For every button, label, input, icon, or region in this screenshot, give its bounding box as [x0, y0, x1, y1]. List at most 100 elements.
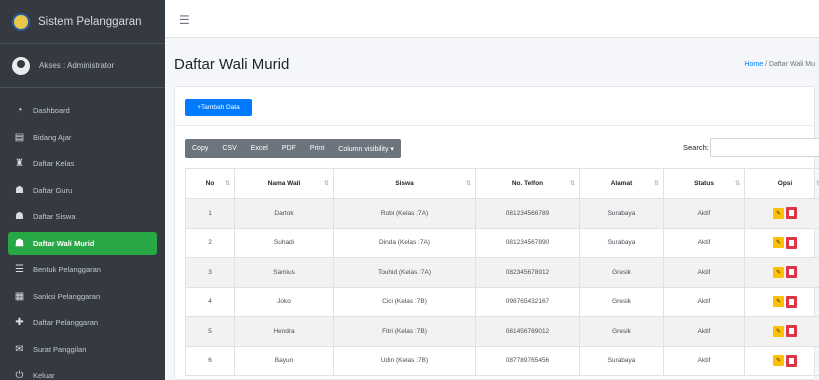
cell-nama-wali: Joko — [234, 286, 334, 317]
table-row: 1 Dartok Robi (Kelas :7A) 081234566789 S… — [185, 198, 819, 229]
sort-icon: ⇅ — [734, 181, 740, 187]
cell-nama-wali: Hendra — [234, 316, 334, 347]
sidebar-item-daftar-kelas[interactable]: ♜ Daftar Kelas — [8, 152, 157, 175]
sidebar-item-bentuk-pelanggaran[interactable]: ☰ Bentuk Pelanggaran — [8, 258, 157, 281]
cell-status: Aktif — [663, 316, 745, 347]
cell-opsi: ✎ — [744, 316, 819, 347]
cell-siswa: Cici (Kelas :7B) — [333, 286, 476, 317]
cell-no: 4 — [185, 286, 235, 317]
sidebar-item-label: Daftar Pelanggaran — [33, 318, 99, 327]
class-icon: ♜ — [15, 158, 24, 169]
cell-no-telfon: 098765432167 — [475, 286, 580, 317]
sidebar-item-daftar-siswa[interactable]: ☗ Daftar Siswa — [8, 205, 157, 228]
sidebar-item-sanksi-pelanggaran[interactable]: ▦ Sanksi Pelanggaran — [8, 285, 157, 308]
sidebar-item-dashboard[interactable]: ◔ Dashboard — [8, 99, 157, 122]
cell-no-telfon: 081234567890 — [475, 227, 580, 258]
table-row: 5 Hendra Fitri (Kelas :7B) 081456789012 … — [185, 316, 819, 347]
export-button-group: Copy CSV Excel PDF Print Column visibili… — [185, 139, 401, 158]
card-divider — [175, 125, 814, 126]
cell-siswa: Robi (Kelas :7A) — [333, 198, 476, 229]
cell-siswa: Dinda (Kelas :7A) — [333, 227, 476, 258]
user-role: Akses : Administrator — [39, 61, 115, 70]
cell-alamat: Surabaya — [579, 227, 664, 258]
delete-icon[interactable] — [786, 325, 797, 338]
cell-opsi: ✎ — [744, 345, 819, 376]
delete-icon[interactable] — [786, 295, 797, 308]
edit-icon[interactable]: ✎ — [773, 207, 784, 219]
print-button[interactable]: Print — [303, 139, 331, 158]
delete-icon[interactable] — [786, 207, 797, 220]
table-row: 3 Samius Touhid (Kelas :7A) 082345678912… — [185, 257, 819, 288]
excel-button[interactable]: Excel — [244, 139, 275, 158]
sidebar-item-label: Surat Panggilan — [33, 344, 87, 354]
cell-no: 2 — [185, 227, 235, 258]
guardian-table: No ⇅ Nama Wali ⇅ Siswa ⇅ No. Telfon ⇅ Alamat… — [185, 168, 819, 376]
table-row: 2 Suhadi Dinda (Kelas :7A) 081234567890 … — [185, 227, 819, 258]
cell-alamat: Gresik — [579, 286, 664, 317]
edit-icon[interactable]: ✎ — [773, 237, 784, 249]
delete-icon[interactable] — [786, 266, 797, 279]
cell-no: 5 — [185, 316, 235, 347]
brand[interactable]: Sistem Pelanggaran — [0, 0, 165, 44]
cell-no: 3 — [185, 257, 235, 288]
sidebar-item-surat-panggilan[interactable]: ✉ Surat Panggilan — [8, 338, 157, 361]
breadcrumb-separator: / — [765, 61, 768, 68]
sidebar-item-label: Dashboard — [33, 106, 70, 115]
edit-icon[interactable]: ✎ — [773, 296, 784, 308]
copy-button[interactable]: Copy — [185, 139, 215, 158]
sidebar-item-daftar-guru[interactable]: ☗ Daftar Guru — [8, 179, 157, 202]
search-label: Search: — [683, 143, 709, 152]
edit-icon[interactable]: ✎ — [773, 266, 784, 278]
cell-nama-wali: Suhadi — [234, 227, 334, 258]
delete-icon[interactable] — [786, 354, 797, 367]
letter-icon: ✉ — [15, 343, 24, 355]
cell-alamat: Surabaya — [579, 198, 664, 229]
sidebar-item-label: Daftar Wali Murid — [33, 238, 95, 248]
delete-icon[interactable] — [786, 236, 797, 249]
breadcrumb-home-link[interactable]: Home — [744, 61, 763, 68]
cell-status: Aktif — [663, 227, 745, 258]
sidebar-item-bidang-ajar[interactable]: ▤ Bidang Ajar — [8, 126, 157, 149]
cell-opsi: ✎ — [744, 198, 819, 229]
list-icon: ☰ — [15, 264, 24, 275]
edit-icon[interactable]: ✎ — [773, 355, 784, 367]
sort-icon: ⇅ — [569, 181, 575, 187]
search-input[interactable] — [710, 138, 819, 157]
csv-button[interactable]: CSV — [215, 139, 243, 158]
cell-nama-wali: Samius — [234, 257, 334, 288]
sort-icon: ⇅ — [224, 181, 230, 187]
table-row: 4 Joko Cici (Kelas :7B) 098765432167 Gre… — [185, 286, 819, 317]
column-header-no[interactable]: No ⇅ — [185, 168, 235, 199]
column-header-opsi[interactable]: Opsi ⇅ — [744, 168, 819, 199]
column-header-status[interactable]: Status ⇅ — [663, 168, 745, 199]
guardian-icon: ☗ — [15, 237, 24, 249]
sidebar-item-label: Bidang Ajar — [33, 132, 72, 142]
cell-siswa: Fitri (Kelas :7B) — [333, 316, 476, 347]
cell-no-telfon: 082345678912 — [475, 257, 580, 288]
sidebar-item-daftar-pelanggaran[interactable]: ✚ Daftar Pelanggaran — [8, 311, 157, 334]
column-header-nama-wali[interactable]: Nama Wali ⇅ — [234, 168, 334, 199]
teacher-icon: ☗ — [15, 184, 24, 196]
column-visibility-button[interactable]: Column visibility ▾ — [331, 139, 401, 158]
cell-siswa: Udin (Kelas :7B) — [333, 345, 476, 376]
column-header-siswa[interactable]: Siswa ⇅ — [333, 168, 476, 199]
power-icon: ⏻ — [15, 370, 24, 380]
sidebar-item-label: Keluar — [33, 371, 55, 380]
plus-icon: ✚ — [15, 317, 24, 328]
sidebar-item-daftar-wali-murid[interactable]: ☗ Daftar Wali Murid — [8, 231, 157, 255]
sidebar-item-label: Daftar Siswa — [33, 212, 76, 221]
hamburger-icon[interactable]: ☰ — [179, 13, 190, 27]
dashboard-icon: ◔ — [16, 105, 23, 116]
user-panel: Akses : Administrator — [0, 44, 165, 88]
pdf-button[interactable]: PDF — [275, 139, 303, 158]
cell-alamat: Surabaya — [579, 345, 664, 376]
cell-no-telfon: 081456789012 — [475, 316, 580, 347]
add-data-button[interactable]: +Tambah Data — [185, 99, 252, 116]
table-icon: ▦ — [14, 290, 25, 302]
edit-icon[interactable]: ✎ — [773, 325, 784, 337]
cell-no-telfon: 087789765456 — [475, 345, 580, 376]
sidebar-item-keluar[interactable]: ⏻ Keluar — [8, 364, 157, 380]
sidebar-nav: ◔ Dashboard ▤ Bidang Ajar ♜ Daftar Kelas… — [0, 88, 165, 380]
column-header-alamat[interactable]: Alamat ⇅ — [579, 168, 664, 199]
column-header-no-telfon[interactable]: No. Telfon ⇅ — [475, 168, 580, 199]
